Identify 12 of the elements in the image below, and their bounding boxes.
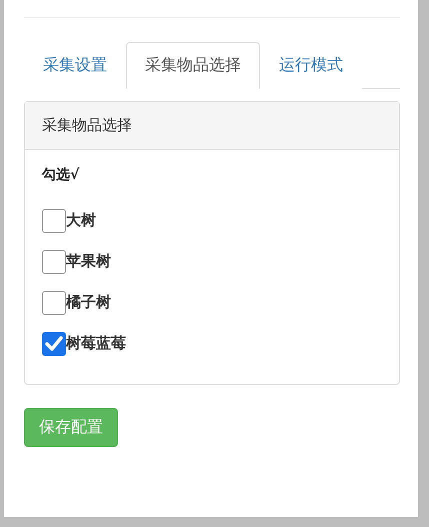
checkbox[interactable]	[42, 250, 66, 274]
panel-title: 采集物品选择	[42, 116, 132, 135]
section-heading: 勾选√	[42, 166, 80, 184]
checkbox-label: 苹果树	[66, 252, 111, 271]
save-button[interactable]: 保存配置	[24, 408, 118, 447]
checkbox[interactable]	[42, 290, 66, 314]
checkbox-label: 树莓蓝莓	[66, 334, 126, 353]
tab[interactable]: 采集物品选择	[126, 42, 260, 89]
checkbox-label: 大树	[66, 211, 96, 230]
checkbox[interactable]	[42, 332, 66, 356]
checkbox[interactable]	[42, 208, 66, 232]
checkbox-label: 橘子树	[66, 293, 111, 312]
